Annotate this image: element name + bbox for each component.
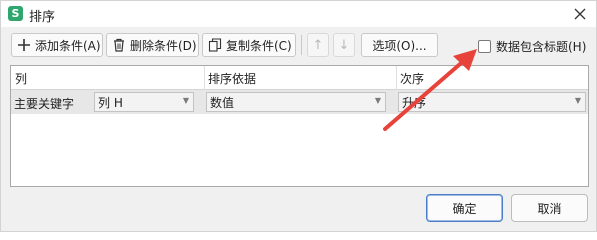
chevron-down-icon: ▼ [182,96,189,105]
ok-button[interactable]: 确定 [426,194,503,222]
column-select-value: 列 H [98,95,123,110]
column-header-sort-on: 排序依据 [208,72,257,86]
close-icon [574,8,586,20]
move-down-button[interactable]: ↓ [333,33,355,57]
table-row[interactable]: 主要关键字 列 H ▼ 数值 ▼ 升序 ▼ [11,90,588,114]
sort-dialog: S 排序 添加条件(A) 删除条件(D) 复制条件(C) ↑ ↓ 选项(O)..… [0,0,597,232]
column-select[interactable]: 列 H ▼ [94,92,194,112]
column-header-order: 次序 [400,72,425,86]
wps-app-icon: S [8,6,23,21]
options-button[interactable]: 选项(O)... [361,33,438,57]
cancel-button[interactable]: 取消 [511,194,588,222]
add-condition-button[interactable]: 添加条件(A) [11,33,103,57]
grid-header: 列 排序依据 次序 [11,66,588,90]
copy-icon [208,38,222,52]
plus-icon [17,38,31,52]
toolbar-divider [301,35,302,55]
sort-on-select[interactable]: 数值 ▼ [206,92,386,112]
column-divider [204,66,205,90]
add-condition-label: 添加条件(A) [35,38,101,53]
cancel-button-label: 取消 [537,201,562,216]
copy-condition-label: 复制条件(C) [226,38,292,53]
sort-conditions-grid: 列 排序依据 次序 主要关键字 列 H ▼ 数值 ▼ 升序 ▼ [10,65,589,187]
dialog-title: 排序 [29,10,56,25]
ok-button-label: 确定 [452,201,477,216]
arrow-down-icon: ↓ [338,37,350,53]
close-button[interactable] [570,4,590,24]
order-select-value: 升序 [402,95,427,110]
title-bar: S 排序 [1,1,596,27]
chevron-down-icon: ▼ [374,96,381,105]
column-header-column: 列 [15,72,28,86]
move-up-button[interactable]: ↑ [307,33,329,57]
order-select[interactable]: 升序 ▼ [398,92,586,112]
header-row-checkbox[interactable] [478,40,491,53]
key-level-label: 主要关键字 [14,97,75,111]
column-divider [396,66,397,90]
delete-condition-button[interactable]: 删除条件(D) [106,33,199,57]
trash-icon [112,38,126,52]
arrow-up-icon: ↑ [312,37,324,53]
copy-condition-button[interactable]: 复制条件(C) [202,33,296,57]
options-label: 选项(O)... [372,38,427,53]
header-row-checkbox-wrap[interactable]: 数据包含标题(H) [478,38,586,55]
sort-on-select-value: 数值 [210,95,235,110]
chevron-down-icon: ▼ [574,96,581,105]
delete-condition-label: 删除条件(D) [130,38,197,53]
header-row-checkbox-label: 数据包含标题(H) [496,40,587,54]
